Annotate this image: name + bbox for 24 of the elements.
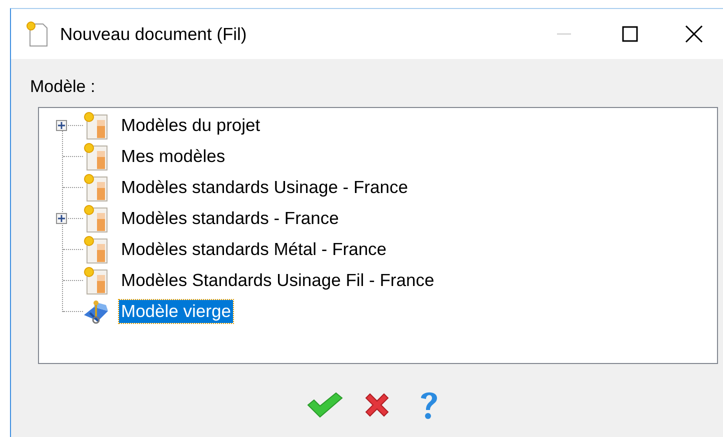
window-title: Nouveau document (Fil) [60,24,248,44]
template-icon [83,236,109,264]
tree-item[interactable]: Modèles du projet [119,114,262,137]
maximize-icon [622,26,638,42]
tree-item[interactable]: Modèle vierge [119,300,233,323]
template-icon [83,174,109,202]
tree-item[interactable]: Modèles standards Métal - France [119,238,389,261]
template-icon [83,112,109,140]
template-label: Modèle : [30,77,96,97]
checkmark-icon [306,392,344,418]
expand-icon[interactable] [56,120,67,131]
close-icon [685,25,703,43]
template-icon [83,204,109,232]
minimize-icon [557,33,571,35]
expand-icon[interactable] [56,213,67,224]
tree-item[interactable]: Modèles Standards Usinage Fil - France [119,269,436,292]
tree-item[interactable]: Modèles standards Usinage - France [119,176,410,199]
tree-item[interactable]: Modèles standards - France [119,207,341,230]
tree-item[interactable]: Mes modèles [119,145,228,168]
blank-template-icon [82,298,110,324]
cross-icon [363,391,391,419]
document-icon [26,21,50,47]
template-icon [83,266,109,294]
template-icon [83,142,109,170]
